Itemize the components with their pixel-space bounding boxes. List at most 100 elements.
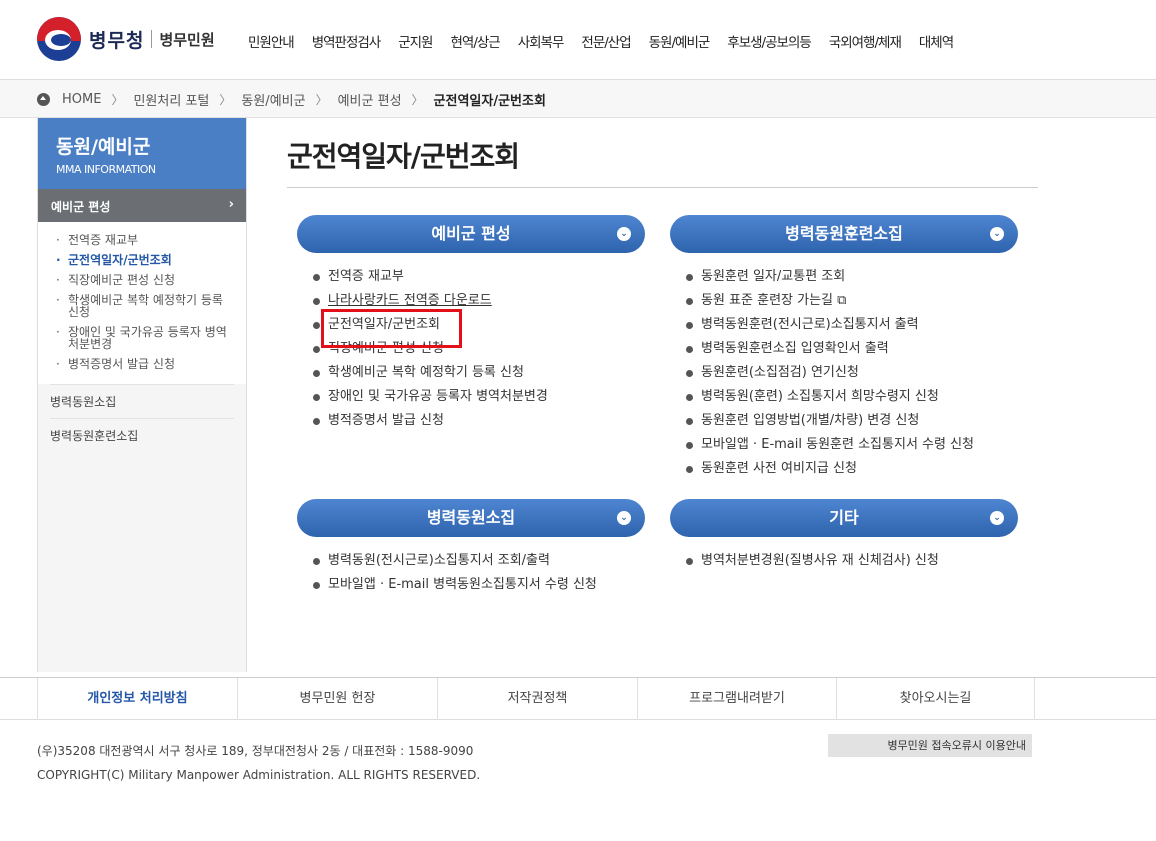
list-item[interactable]: 학생예비군 복학 예정학기 등록 신청 bbox=[313, 361, 548, 385]
home-icon[interactable] bbox=[37, 93, 50, 106]
submenu-item-active[interactable]: · 군전역일자/군번조회 bbox=[56, 254, 236, 266]
highlight-box bbox=[321, 309, 462, 348]
bullet-icon bbox=[686, 297, 693, 305]
list-item[interactable]: 전역증 재교부 bbox=[313, 265, 548, 289]
side-nav-title: 동원/예비군 bbox=[56, 136, 151, 158]
section-header-reserve[interactable]: 예비군 편성 ⌄ bbox=[297, 215, 645, 253]
section-links-training: 동원훈련 일자/교통편 조회 동원 표준 훈련장 가는길 ⧉ 병력동원훈련(전시… bbox=[686, 265, 974, 481]
list-item[interactable]: 모바일앱 · E-mail 병력동원소집통지서 수령 신청 bbox=[313, 573, 597, 597]
breadcrumb-current: 군전역일자/군번조회 bbox=[433, 94, 546, 109]
bullet-icon bbox=[686, 417, 693, 425]
bullet-icon bbox=[686, 345, 693, 353]
side-nav-item-reserve-organization[interactable]: 예비군 편성 › bbox=[38, 189, 246, 222]
section-title: 기타 bbox=[829, 508, 859, 527]
footer-link-copyright[interactable]: 저작권정책 bbox=[437, 678, 637, 720]
chevron-down-icon: ⌄ bbox=[990, 227, 1004, 241]
bullet-icon bbox=[686, 441, 693, 449]
chevron-right-icon: 〉 bbox=[411, 93, 424, 107]
footer-link-directions[interactable]: 찾아오시는길 bbox=[836, 678, 1035, 720]
footer-link-charter[interactable]: 병무민원 헌장 bbox=[237, 678, 437, 720]
gnb-item-overseas[interactable]: 국외여행/체재 bbox=[829, 31, 902, 51]
bullet-icon bbox=[686, 393, 693, 401]
bullet-icon bbox=[313, 321, 320, 329]
gnb-item-expert-industry[interactable]: 전문/산업 bbox=[581, 31, 631, 51]
footer-link-download[interactable]: 프로그램내려받기 bbox=[637, 678, 836, 720]
submenu-item[interactable]: · 전역증 재교부 bbox=[56, 234, 236, 246]
list-item[interactable]: 장애인 및 국가유공 등록자 병역처분변경 bbox=[313, 385, 548, 409]
chevron-right-icon: 〉 bbox=[111, 93, 124, 107]
list-item[interactable]: 동원 표준 훈련장 가는길 ⧉ bbox=[686, 289, 974, 313]
section-links-other: 병역처분변경원(질병사유 재 신체검사) 신청 bbox=[686, 549, 939, 573]
list-item[interactable]: 병력동원(전시근로)소집통지서 조회/출력 bbox=[313, 549, 597, 573]
connection-help-button[interactable]: 병무민원 접속오류시 이용안내 bbox=[828, 734, 1032, 757]
list-item[interactable]: 동원훈련 일자/교통편 조회 bbox=[686, 265, 974, 289]
list-item[interactable]: 병력동원(훈련) 소집통지서 희망수령지 신청 bbox=[686, 385, 974, 409]
footer-address: (우)35208 대전광역시 서구 청사로 189, 정부대전청사 2동 / 대… bbox=[37, 744, 474, 758]
chevron-right-icon: 〉 bbox=[219, 93, 232, 107]
side-nav: 동원/예비군 MMA INFORMATION 예비군 편성 › · 전역증 재교부… bbox=[37, 118, 247, 672]
gnb-item-exam[interactable]: 병역판정검사 bbox=[312, 31, 382, 51]
site-header: 병무청 병무민원 민원안내 병역판정검사 군지원 현역/상근 사회복무 전문/산… bbox=[0, 0, 1156, 80]
site-logo[interactable]: 병무청 병무민원 bbox=[37, 17, 215, 61]
bullet-icon bbox=[313, 297, 320, 305]
list-item[interactable]: 병적증명서 발급 신청 bbox=[313, 409, 548, 433]
chevron-down-icon: ⌄ bbox=[617, 511, 631, 525]
section-links-reserve: 전역증 재교부 나라사랑카드 전역증 다운로드 군전역일자/군번조회 직장예비군… bbox=[313, 265, 548, 433]
chevron-right-icon: 〉 bbox=[315, 93, 328, 107]
footer-link-privacy[interactable]: 개인정보 처리방침 bbox=[37, 678, 237, 720]
list-item[interactable]: 동원훈련 입영방법(개별/차량) 변경 신청 bbox=[686, 409, 974, 433]
list-item[interactable]: 병력동원훈련소집 입영확인서 출력 bbox=[686, 337, 974, 361]
logo-name: 병무청 bbox=[89, 29, 145, 52]
section-header-training[interactable]: 병력동원훈련소집 ⌄ bbox=[670, 215, 1018, 253]
bullet-icon bbox=[686, 369, 693, 377]
bullet-icon bbox=[313, 557, 320, 565]
side-nav-item[interactable]: 병력동원훈련소집 bbox=[50, 418, 234, 452]
submenu-item[interactable]: · 장애인 및 국가유공 등록자 병역처분변경 bbox=[56, 326, 236, 350]
side-nav-main-items: 병력동원소집 병력동원훈련소집 bbox=[38, 384, 246, 452]
gnb-item-candidates[interactable]: 후보생/공보의등 bbox=[727, 31, 811, 51]
bullet-icon bbox=[313, 417, 320, 425]
breadcrumb: HOME 〉 민원처리 포털 〉 동원/예비군 〉 예비군 편성 〉 군전역일자… bbox=[37, 90, 546, 109]
breadcrumb-home[interactable]: HOME bbox=[62, 92, 101, 107]
breadcrumb-item[interactable]: 민원처리 포털 bbox=[133, 90, 209, 109]
submenu-item[interactable]: · 직장예비군 편성 신청 bbox=[56, 274, 236, 286]
bullet-icon bbox=[313, 345, 320, 353]
section-header-other[interactable]: 기타 ⌄ bbox=[670, 499, 1018, 537]
gnb-item-mobilization-reserve[interactable]: 동원/예비군 bbox=[649, 31, 711, 51]
list-item[interactable]: 병역처분변경원(질병사유 재 신체검사) 신청 bbox=[686, 549, 939, 573]
breadcrumb-bar: HOME 〉 민원처리 포털 〉 동원/예비군 〉 예비군 편성 〉 군전역일자… bbox=[0, 80, 1156, 118]
footer-nav: 개인정보 처리방침 병무민원 헌장 저작권정책 프로그램내려받기 찾아오시는길 bbox=[0, 677, 1156, 720]
bullet-icon bbox=[313, 369, 320, 377]
gnb-item-civil-info[interactable]: 민원안내 bbox=[248, 31, 295, 51]
logo-subtitle: 병무민원 bbox=[159, 30, 215, 49]
list-item[interactable]: 모바일앱 · E-mail 동원훈련 소집통지서 수령 신청 bbox=[686, 433, 974, 457]
list-item[interactable]: 동원훈련(소집점검) 연기신청 bbox=[686, 361, 974, 385]
list-item[interactable]: 동원훈련 사전 여비지급 신청 bbox=[686, 457, 974, 481]
breadcrumb-item[interactable]: 동원/예비군 bbox=[241, 90, 305, 109]
section-title: 예비군 편성 bbox=[431, 224, 511, 243]
list-item[interactable]: 병력동원훈련(전시근로)소집통지서 출력 bbox=[686, 313, 974, 337]
bullet-icon bbox=[686, 557, 693, 565]
section-title: 병력동원소집 bbox=[426, 508, 516, 527]
section-header-mobilization[interactable]: 병력동원소집 ⌄ bbox=[297, 499, 645, 537]
breadcrumb-item[interactable]: 예비군 편성 bbox=[338, 90, 402, 109]
bullet-icon bbox=[313, 273, 320, 281]
side-nav-subtitle: MMA INFORMATION bbox=[56, 163, 156, 176]
gnb-item-military-apply[interactable]: 군지원 bbox=[398, 31, 433, 51]
section-title: 병력동원훈련소집 bbox=[785, 224, 903, 243]
bullet-icon bbox=[313, 393, 320, 401]
side-nav-item[interactable]: 병력동원소집 bbox=[50, 384, 234, 418]
chevron-down-icon: ⌄ bbox=[617, 227, 631, 241]
side-nav-header: 동원/예비군 MMA INFORMATION bbox=[38, 118, 246, 189]
gnb-item-social-service[interactable]: 사회복무 bbox=[518, 31, 565, 51]
logo-divider bbox=[151, 30, 153, 48]
submenu-item[interactable]: · 학생예비군 복학 예정학기 등록 신청 bbox=[56, 294, 236, 318]
section-links-mobilization: 병력동원(전시근로)소집통지서 조회/출력 모바일앱 · E-mail 병력동원… bbox=[313, 549, 597, 597]
gnb-item-active-duty[interactable]: 현역/상근 bbox=[450, 31, 500, 51]
bullet-icon bbox=[686, 321, 693, 329]
submenu-item[interactable]: · 병적증명서 발급 신청 bbox=[56, 358, 236, 370]
page-title: 군전역일자/군번조회 bbox=[287, 140, 520, 173]
chevron-down-icon: ⌄ bbox=[990, 511, 1004, 525]
taegeuk-logo-icon bbox=[37, 17, 81, 61]
gnb-item-alternative-service[interactable]: 대체역 bbox=[919, 31, 954, 51]
